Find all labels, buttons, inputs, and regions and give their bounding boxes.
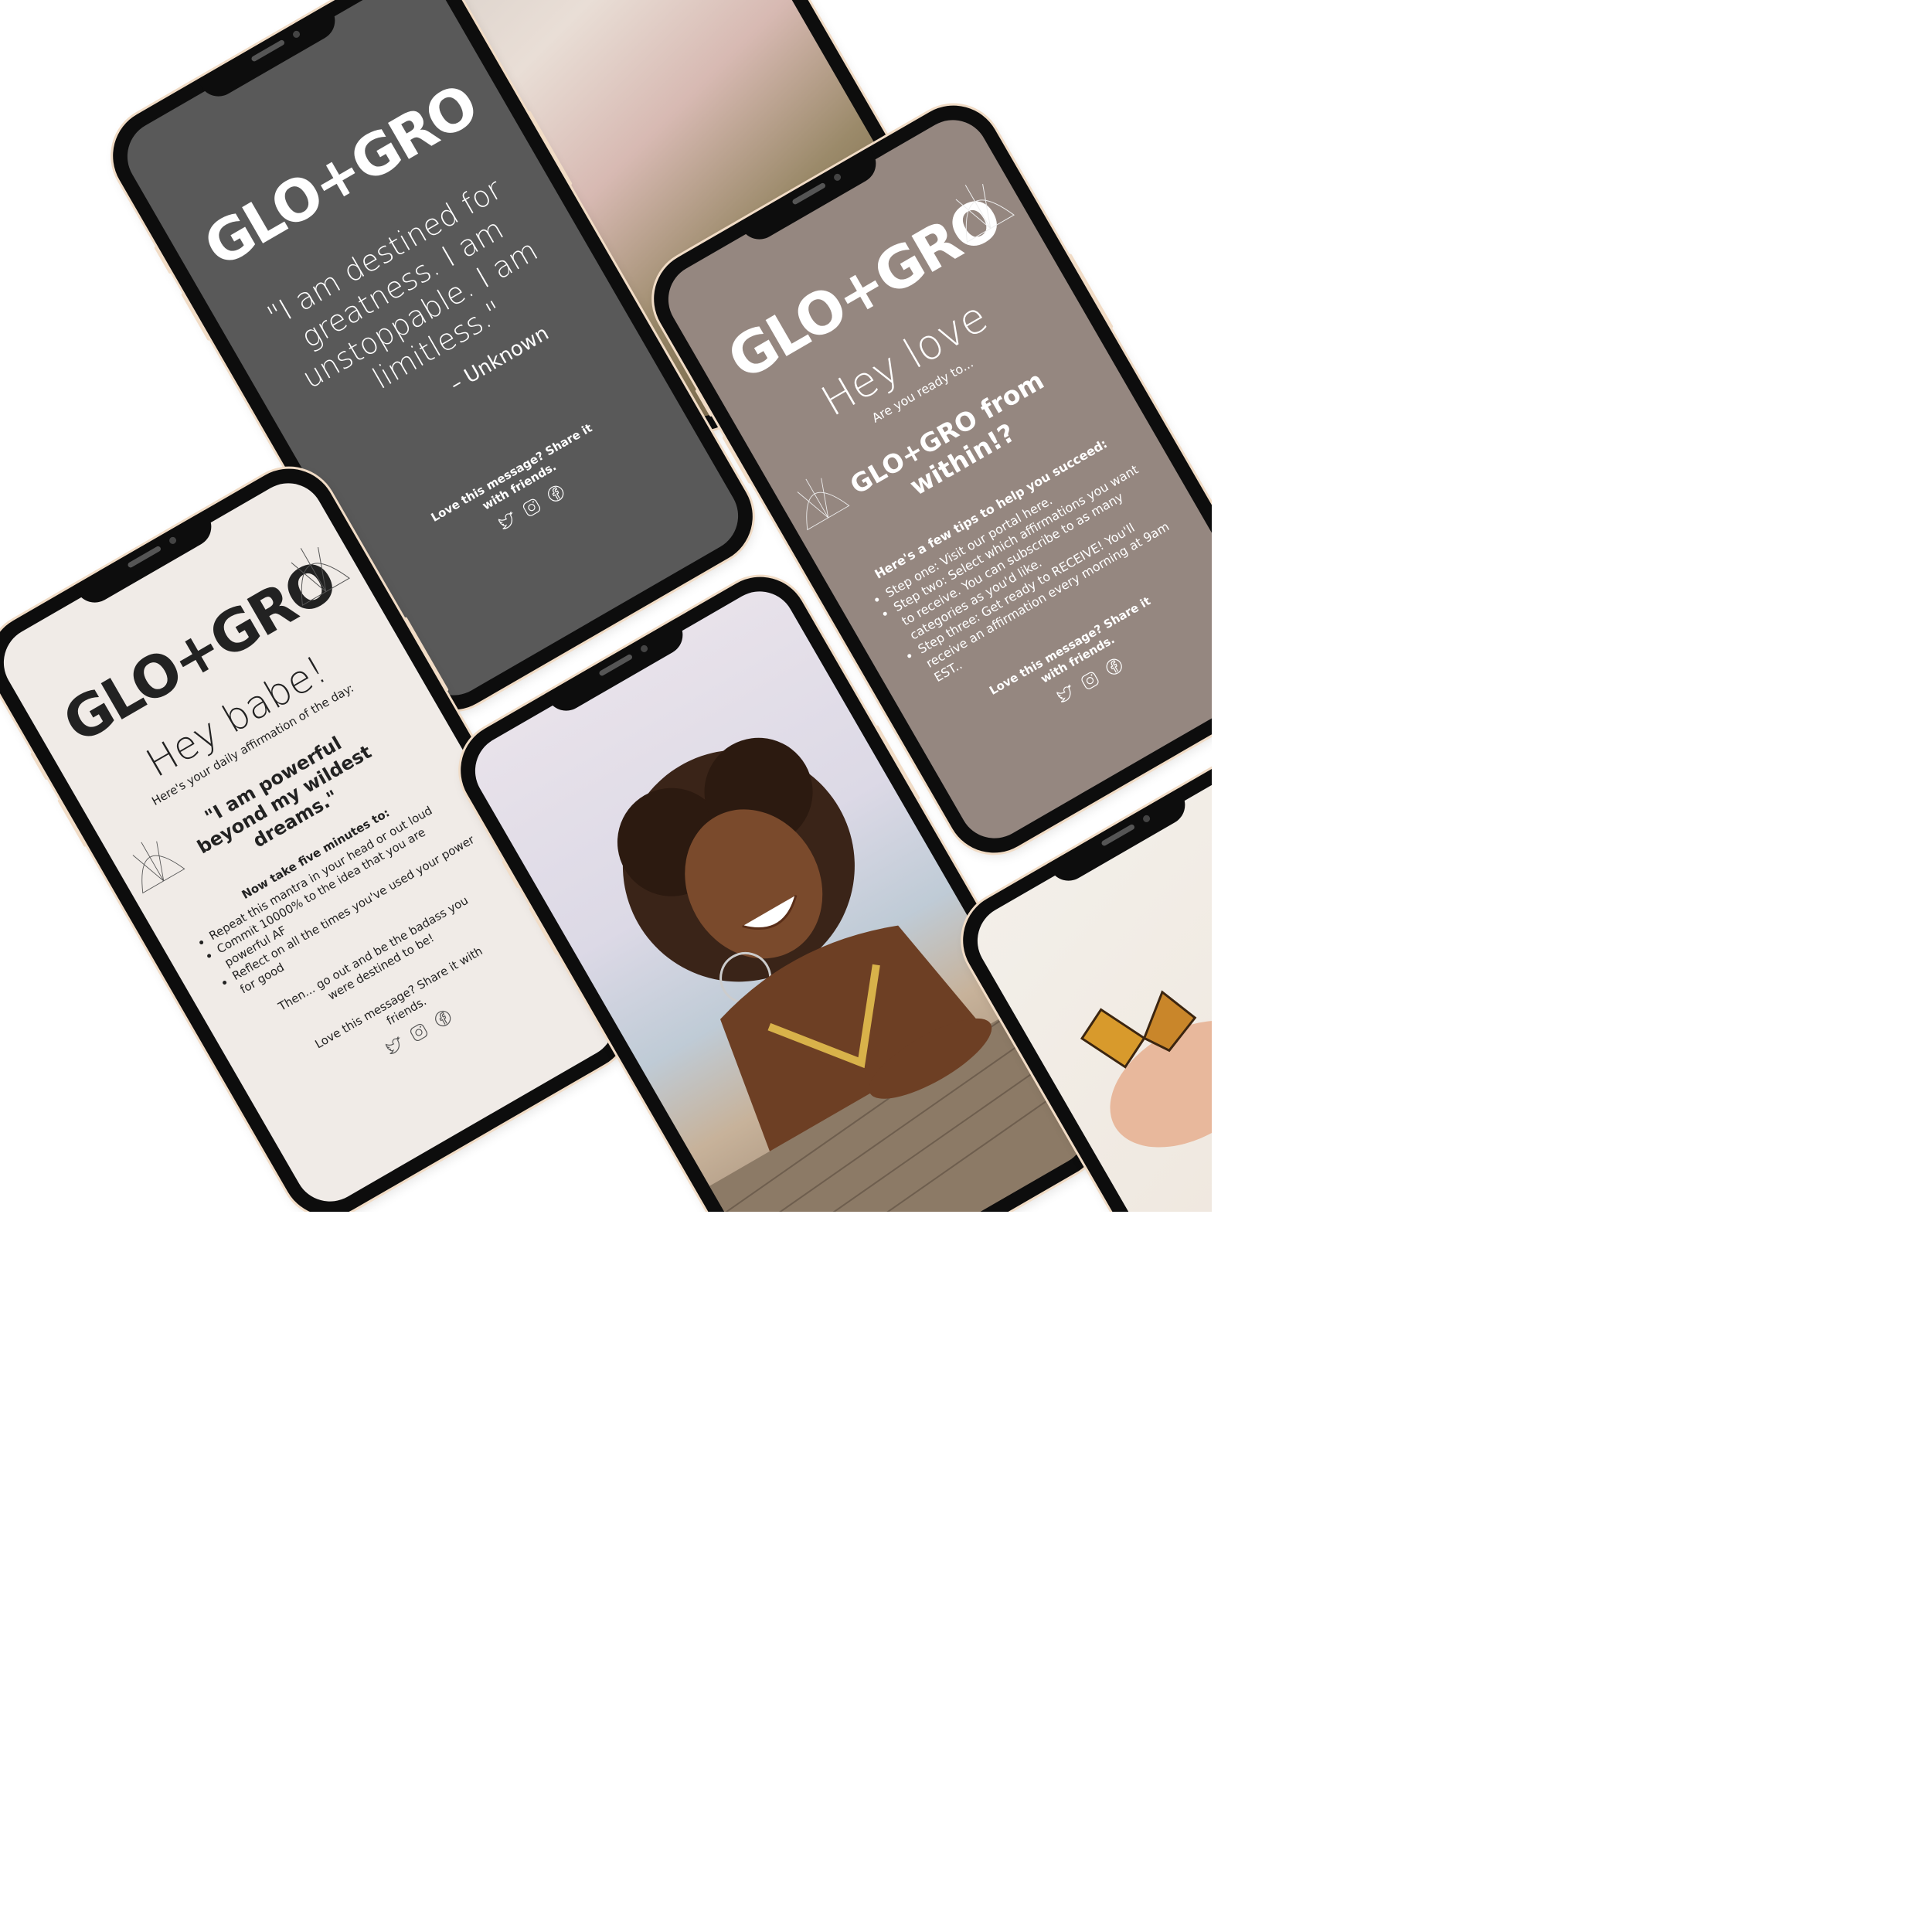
facebook-icon[interactable] (543, 481, 570, 509)
twitter-icon[interactable] (495, 509, 522, 536)
facebook-icon[interactable] (1101, 654, 1128, 682)
social-links (372, 410, 693, 607)
instagram-icon[interactable] (1077, 668, 1104, 696)
twitter-icon[interactable] (382, 1034, 409, 1062)
instagram-icon[interactable] (406, 1020, 434, 1048)
instagram-icon[interactable] (519, 495, 546, 522)
facebook-icon[interactable] (430, 1006, 457, 1034)
twitter-icon[interactable] (1053, 682, 1080, 709)
mockup-stage: GLO+GRO "I am destined for greatness. I … (0, 0, 1212, 1212)
social-links (259, 935, 580, 1133)
